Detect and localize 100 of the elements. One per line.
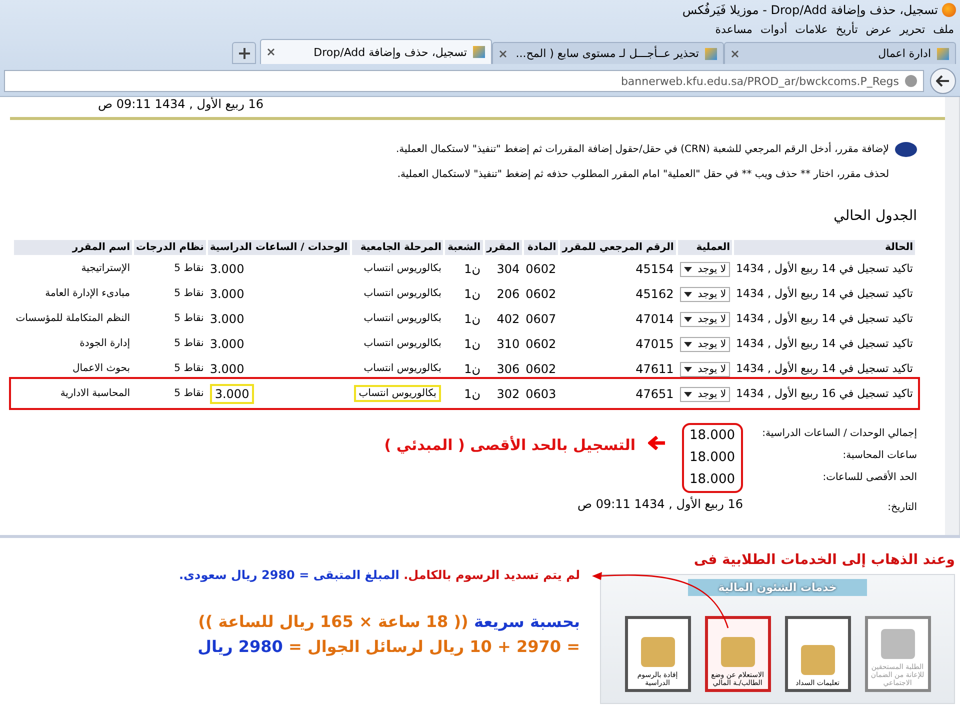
table-cell: 0602 [526, 262, 556, 276]
browser-tab[interactable]: تسجيل، حذف وإضافة Drop/Add [260, 39, 492, 64]
table-cell: 302 [496, 386, 520, 400]
table-cell: 47611 [636, 362, 674, 376]
action-dropdown[interactable]: لا يوجد [680, 312, 730, 326]
total-label: إجمالي الوحدات / الساعات الدراسية: [761, 427, 917, 441]
scrollbar[interactable] [945, 97, 960, 535]
table-cell: نقاط 5 [174, 338, 204, 349]
table-cell: نقاط 5 [174, 288, 204, 299]
column-header: المرحلة الجامعية [352, 240, 444, 255]
table-cell: نقاط 5 [174, 263, 204, 274]
browser-tab[interactable]: ادارة اعمال [724, 42, 956, 64]
action-dropdown[interactable]: لا يوجد [680, 286, 730, 302]
table-cell: النظم المتكاملة للمؤسسات [16, 313, 130, 324]
date-label: التاريخ: [886, 501, 917, 515]
annotation-text: التسجيل بالحد الأقصى ( المبدئي ) [384, 436, 636, 454]
total-value: 18.000 [690, 471, 735, 489]
menu-item[interactable]: ملف [933, 22, 954, 36]
table-cell: تاكيد تسجيل في 14 ربيع الأول , 1434 [736, 337, 913, 350]
menu-item[interactable]: علامات [795, 22, 828, 36]
instruction-text: لإضافة مقرر، أدخل الرقم المرجعي للشعبة (CRN) في حقل/حقول إضافة المقررات ثم إضغط "تنفيذ" لاستكمال العملية. [396, 144, 889, 155]
menu-item[interactable]: تأريخ [836, 22, 858, 36]
total-value: 18.000 [690, 449, 735, 467]
table-cell: بكالوريوس انتساب [364, 288, 442, 299]
plus-icon[interactable] [238, 48, 250, 58]
table-cell: 3.000 [210, 286, 244, 300]
panel-title: خدمات الشئون المالية [688, 579, 867, 596]
browser-tab[interactable]: تحذير عــأجـــل لـ مستوى سابع ( المح... [492, 42, 724, 64]
menu-item[interactable]: مساعدة [715, 22, 752, 36]
calculation-text: بحسبة سريعة (( 18 ساعة × 165 ريال للساعة )) [197, 612, 580, 631]
table-cell: 0602 [526, 362, 556, 376]
table-cell: ن1 [464, 286, 481, 300]
total-label: الحد الأقصى للساعات: [822, 470, 917, 485]
total-value: 18.000 [690, 427, 735, 445]
menu-item[interactable]: تحرير [900, 22, 926, 36]
table-cell: تاكيد تسجيل في 14 ربيع الأول , 1434 [736, 287, 913, 300]
table-cell: 206 [496, 286, 520, 300]
column-header: العملية [678, 240, 732, 255]
table-cell: ن1 [464, 312, 481, 326]
table-cell: 402 [496, 312, 520, 326]
table-cell: المحاسبة الادارية [60, 388, 130, 399]
calculation-text: = 2970 + 10 ريال لرسائل الجوال = 2980 ريال [196, 637, 580, 656]
table-cell: تاكيد تسجيل في 14 ربيع الأول , 1434 [736, 362, 913, 375]
column-header: المقرر [484, 240, 522, 255]
menu-item[interactable]: عرض [866, 22, 892, 36]
instruction-text: لحذف مقرر، اختار ** حذف ويب ** في حقل "العملية" امام المقرر المطلوب حذفه ثم إضغط "تنفيذ" لاستكمال العملية. [397, 169, 889, 180]
table-cell: 0602 [526, 336, 556, 350]
column-header: الشعبة [445, 240, 483, 255]
table-cell: 45154 [636, 262, 674, 276]
close-icon[interactable] [267, 48, 275, 56]
table-cell: 0602 [526, 286, 556, 300]
date-value: 16 ربيع الأول , 1434 09:11 ص [578, 497, 743, 513]
table-cell: مبادىء الإدارة العامة [45, 288, 130, 299]
table-cell: تاكيد تسجيل في 14 ربيع الأول , 1434 [736, 312, 913, 325]
table-cell: بحوث الاعمال [72, 363, 130, 374]
table-cell: 3.000 [210, 362, 244, 376]
table-cell: بكالوريوس انتساب [364, 313, 442, 324]
table-cell: بكالوريوس انتساب [364, 363, 442, 374]
table-cell: 3.000 [210, 312, 244, 326]
table-cell: 310 [496, 336, 520, 350]
menu-item[interactable]: أدوات [760, 22, 788, 36]
table-cell: تاكيد تسجيل في 14 ربيع الأول , 1434 [736, 262, 913, 275]
close-icon[interactable] [731, 50, 739, 58]
table-cell: بكالوريوس انتساب [354, 385, 442, 402]
action-dropdown[interactable]: لا يوجد [680, 386, 730, 402]
column-header: نظام الدرجات [134, 240, 206, 255]
window-title: تسجيل، حذف وإضافة Drop/Add - موزيلا فَيَرفُكس [682, 3, 938, 17]
go-button[interactable] [930, 68, 956, 94]
table-cell: تاكيد تسجيل في 16 ربيع الأول , 1434 [736, 387, 913, 400]
table-cell: 3.000 [210, 262, 244, 276]
note-text: لم يتم تسديد الرسوم بالكامل. المبلغ المتبقى = 2980 ريال سعودى. [178, 568, 580, 582]
table-cell: ن1 [464, 262, 481, 276]
action-dropdown[interactable]: لا يوجد [680, 362, 730, 376]
table-cell: بكالوريوس انتساب [364, 338, 442, 349]
table-cell: 304 [496, 262, 520, 276]
table-cell: 47014 [636, 312, 674, 326]
column-header: الحالة [734, 240, 915, 255]
table-cell: ن1 [464, 362, 481, 376]
table-cell: إدارة الجودة [80, 338, 130, 349]
new-tab-button[interactable] [232, 42, 256, 64]
section-title: الجدول الحالي [832, 208, 917, 224]
table-cell: 3.000 [210, 384, 254, 404]
address-field[interactable]: bannerweb.kfu.edu.sa/PROD_ar/bwckcoms.P_Regs [4, 70, 924, 92]
table-cell: الإستراتيجية [81, 263, 130, 274]
close-icon[interactable] [499, 50, 507, 58]
table-cell: نقاط 5 [174, 388, 204, 399]
table-cell: 47651 [636, 386, 674, 400]
action-dropdown[interactable]: لا يوجد [680, 336, 730, 352]
table-cell: نقاط 5 [174, 363, 204, 374]
table-cell: 0607 [526, 312, 556, 326]
total-label: ساعات المحاسبة: [842, 449, 917, 463]
table-cell: ن1 [464, 386, 481, 400]
table-cell: ن1 [464, 336, 481, 350]
action-dropdown[interactable]: لا يوجد [680, 262, 730, 276]
table-cell: بكالوريوس انتساب [364, 263, 442, 274]
column-header: المادة [524, 240, 558, 255]
column-header: الرقم المرجعي للمقرر [560, 240, 676, 255]
arrow-icon[interactable] [936, 75, 950, 87]
table-cell: 0603 [526, 386, 556, 400]
table-cell: نقاط 5 [174, 313, 204, 324]
